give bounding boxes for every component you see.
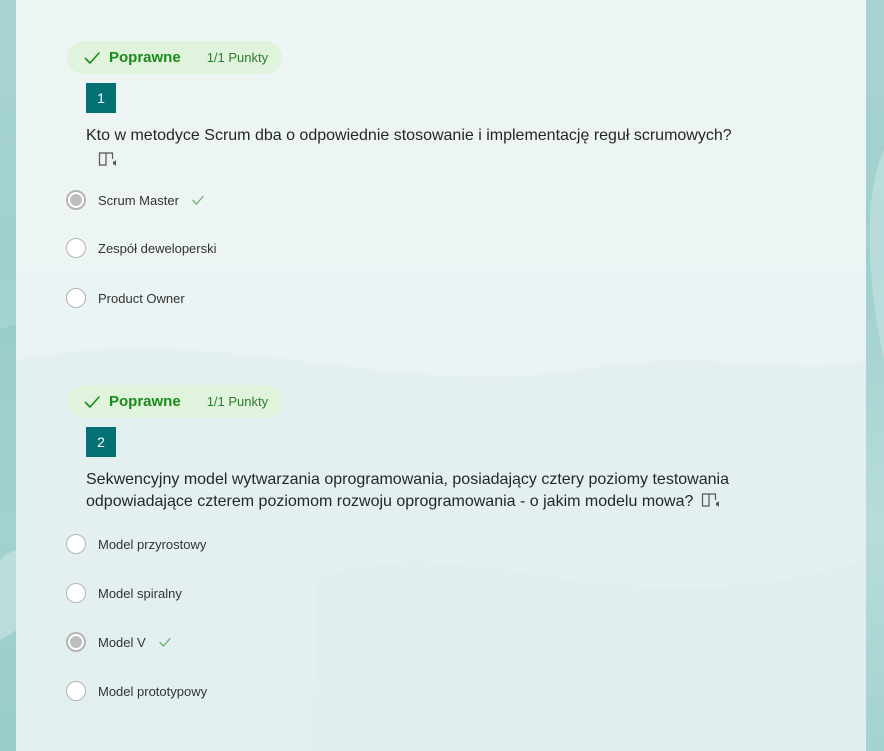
immersive-reader-icon[interactable] — [98, 150, 118, 168]
option-zespol-deweloperski[interactable]: Zespół deweloperski — [66, 237, 217, 259]
option-label: Model przyrostowy — [98, 536, 207, 552]
points-label: 1/1 Punkty — [206, 50, 269, 65]
option-label: Model V — [98, 634, 146, 650]
checkmark-icon — [83, 393, 101, 411]
question-number-badge: 2 — [86, 427, 116, 457]
radio-button[interactable] — [66, 288, 86, 308]
option-scrum-master[interactable]: Scrum Master — [66, 189, 205, 211]
question-text-line-1: Sekwencyjny model wytwarzania oprogramow… — [86, 471, 729, 488]
checkmark-icon — [83, 49, 101, 67]
quiz-results-card: Poprawne 1/1 Punkty 1 Kto w metodyce Scr… — [16, 0, 866, 751]
question-text-line-2: odpowiadające czterem poziomom rozwoju o… — [86, 493, 694, 510]
status-badge: Poprawne 1/1 Punkty — [67, 41, 283, 74]
points-label: 1/1 Punkty — [206, 394, 269, 409]
status-badge: Poprawne 1/1 Punkty — [67, 385, 283, 418]
question-text: Kto w metodyce Scrum dba o odpowiednie s… — [86, 127, 732, 144]
question-number-badge: 1 — [86, 83, 116, 113]
radio-button[interactable] — [66, 238, 86, 258]
option-label: Model spiralny — [98, 585, 182, 601]
option-label: Model prototypowy — [98, 683, 208, 699]
immersive-reader-icon[interactable] — [701, 491, 721, 509]
option-product-owner[interactable]: Product Owner — [66, 287, 185, 309]
radio-button[interactable] — [66, 534, 86, 554]
radio-button[interactable] — [66, 583, 86, 603]
question-text: Sekwencyjny model wytwarzania oprogramow… — [86, 469, 786, 513]
option-model-v[interactable]: Model V — [66, 631, 172, 653]
radio-button[interactable] — [66, 681, 86, 701]
correct-check-icon — [158, 635, 172, 649]
radio-button[interactable] — [66, 632, 86, 652]
option-model-spiralny[interactable]: Model spiralny — [66, 582, 182, 604]
option-label: Product Owner — [98, 290, 185, 306]
status-label: Poprawne — [109, 49, 181, 66]
option-model-prototypowy[interactable]: Model prototypowy — [66, 680, 207, 702]
option-label: Zespół deweloperski — [98, 240, 217, 256]
correct-check-icon — [191, 193, 205, 207]
status-label: Poprawne — [109, 393, 181, 410]
option-model-przyrostowy[interactable]: Model przyrostowy — [66, 533, 206, 555]
option-label: Scrum Master — [98, 192, 179, 208]
radio-button[interactable] — [66, 190, 86, 210]
